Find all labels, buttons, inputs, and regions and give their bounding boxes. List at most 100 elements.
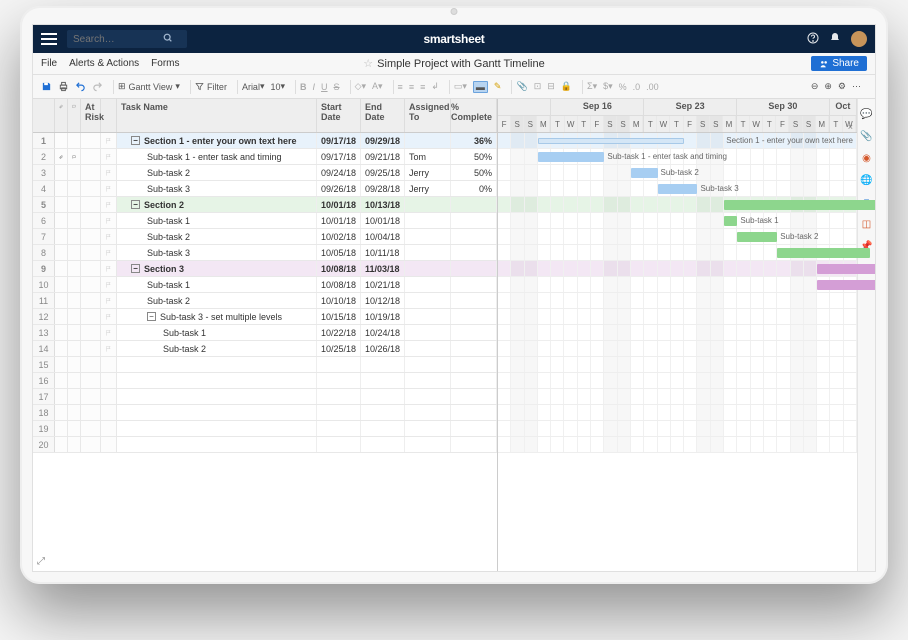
underline-icon[interactable]: U xyxy=(321,82,328,92)
attach-icon[interactable]: 📎 xyxy=(516,81,527,92)
gantt-row xyxy=(498,309,857,325)
grid-row[interactable]: 12−Sub-task 3 - set multiple levels10/15… xyxy=(33,309,497,325)
gear-icon[interactable]: ⚙ xyxy=(838,81,846,92)
gantt-row: Sub-task 1 xyxy=(498,213,857,229)
strike-icon[interactable]: S xyxy=(334,82,340,92)
filter-button[interactable]: Filter xyxy=(195,82,227,92)
bold-icon[interactable]: B xyxy=(300,82,307,92)
gantt-bar[interactable] xyxy=(724,200,876,210)
italic-icon[interactable]: I xyxy=(313,82,316,92)
align-left-icon[interactable]: ≡ xyxy=(398,82,403,92)
percent-icon[interactable]: % xyxy=(619,82,627,92)
format-select[interactable]: ▭▾ xyxy=(454,81,467,92)
zoom-out-icon[interactable]: ⊖ xyxy=(811,81,819,92)
close-icon[interactable]: × xyxy=(848,122,853,132)
search-field[interactable] xyxy=(73,34,163,45)
star-icon[interactable]: ☆ xyxy=(363,58,373,70)
gantt-bar[interactable] xyxy=(777,248,870,258)
grid-row[interactable]: 3Sub-task 209/24/1809/25/18Jerry50% xyxy=(33,165,497,181)
gantt-bar[interactable] xyxy=(724,216,737,226)
toolbar: ⊞ Gantt View ▾ Filter Arial ▾ 10 ▾ B I U… xyxy=(33,75,875,99)
grid-row[interactable]: 17 xyxy=(33,389,497,405)
grid-row[interactable]: 2Sub-task 1 - enter task and timing09/17… xyxy=(33,149,497,165)
col-name[interactable]: Task Name xyxy=(117,99,317,132)
share-button[interactable]: Share xyxy=(811,56,867,71)
gantt-row xyxy=(498,357,857,373)
grid-row[interactable]: 8Sub-task 310/05/1810/11/18 xyxy=(33,245,497,261)
menu-alerts[interactable]: Alerts & Actions xyxy=(69,58,139,69)
gantt-row xyxy=(498,341,857,357)
gantt-bar[interactable] xyxy=(737,232,777,242)
col-risk[interactable]: At Risk xyxy=(81,99,101,132)
menu-bar: File Alerts & Actions Forms ☆Simple Proj… xyxy=(33,53,875,75)
grid-rows: 1−Section 1 - enter your own text here09… xyxy=(33,133,497,453)
grid-row[interactable]: 13Sub-task 110/22/1810/24/18 xyxy=(33,325,497,341)
view-switcher[interactable]: ⊞ Gantt View ▾ xyxy=(118,81,180,92)
grid-row[interactable]: 1−Section 1 - enter your own text here09… xyxy=(33,133,497,149)
print-icon[interactable] xyxy=(58,81,69,92)
wrap-icon[interactable]: ↲ xyxy=(431,81,439,92)
grid-row[interactable]: 20 xyxy=(33,437,497,453)
gantt-bar[interactable] xyxy=(538,138,684,144)
grid-row[interactable]: 7Sub-task 210/02/1810/04/18 xyxy=(33,229,497,245)
col-pct[interactable]: % Complete xyxy=(451,99,497,132)
gantt-bar[interactable] xyxy=(538,152,604,162)
gantt-row: Sub-task 2 xyxy=(498,229,857,245)
rail-proof-icon[interactable]: ◉ xyxy=(861,152,873,164)
rail-attach-icon[interactable]: 📎 xyxy=(861,130,873,142)
sum-icon[interactable]: Σ▾ xyxy=(587,81,597,92)
decimal-dec-icon[interactable]: .00 xyxy=(646,82,659,92)
proof-icon[interactable]: ⊟ xyxy=(547,81,555,92)
paint-icon[interactable]: ✎ xyxy=(494,81,502,92)
fullscreen-icon[interactable]: ⤢ xyxy=(37,556,45,567)
zoom-in-icon[interactable]: ⊕ xyxy=(824,81,832,92)
bell-icon[interactable] xyxy=(829,32,841,47)
grid-row[interactable]: 19 xyxy=(33,421,497,437)
menu-file[interactable]: File xyxy=(41,58,57,69)
menu-forms[interactable]: Forms xyxy=(151,58,179,69)
gantt-row xyxy=(498,197,857,213)
col-end[interactable]: End Date xyxy=(361,99,405,132)
gantt-bar[interactable] xyxy=(817,280,876,290)
rail-globe-icon[interactable]: 🌐 xyxy=(861,174,873,186)
overflow-icon[interactable]: ⋯ xyxy=(852,81,861,92)
grid-row[interactable]: 10Sub-task 110/08/1810/21/18 xyxy=(33,277,497,293)
lock-icon[interactable]: 🔒 xyxy=(561,81,572,92)
grid-row[interactable]: 6Sub-task 110/01/1810/01/18 xyxy=(33,213,497,229)
gantt-bar[interactable] xyxy=(631,168,658,178)
sheet-title: ☆Simple Project with Gantt Timeline xyxy=(363,57,544,70)
save-icon[interactable] xyxy=(41,81,52,92)
grid-row[interactable]: 9−Section 310/08/1811/03/18 xyxy=(33,261,497,277)
font-select[interactable]: Arial ▾ xyxy=(242,81,265,92)
avatar[interactable] xyxy=(851,31,867,47)
undo-icon[interactable] xyxy=(75,81,86,92)
grid-row[interactable]: 16 xyxy=(33,373,497,389)
menu-icon[interactable] xyxy=(41,33,57,45)
gantt-bar-label: Sub-task 3 xyxy=(700,184,738,193)
grid-row[interactable]: 15 xyxy=(33,357,497,373)
fill-color-icon[interactable]: ◇▾ xyxy=(355,81,366,92)
col-assigned[interactable]: Assigned To xyxy=(405,99,451,132)
grid-row[interactable]: 5−Section 210/01/1810/13/18 xyxy=(33,197,497,213)
gantt-bar[interactable] xyxy=(817,264,876,274)
currency-icon[interactable]: $▾ xyxy=(603,81,613,92)
rail-link-icon[interactable]: ◫ xyxy=(861,218,873,230)
search-input[interactable] xyxy=(67,30,187,48)
help-icon[interactable] xyxy=(807,32,819,47)
comment-icon[interactable]: ⊡ xyxy=(534,81,542,92)
grid-row[interactable]: 4Sub-task 309/26/1809/28/18Jerry0% xyxy=(33,181,497,197)
highlight-button[interactable]: ▬ xyxy=(473,81,488,93)
grid-row[interactable]: 18 xyxy=(33,405,497,421)
grid-row[interactable]: 11Sub-task 210/10/1810/12/18 xyxy=(33,293,497,309)
align-top-icon[interactable]: ≡ xyxy=(420,82,425,92)
redo-icon[interactable] xyxy=(92,81,103,92)
gantt-rows: Section 1 - enter your own text hereSub-… xyxy=(498,133,857,453)
text-color-icon[interactable]: A▾ xyxy=(372,81,383,92)
gantt-bar[interactable] xyxy=(658,184,698,194)
rail-comment-icon[interactable]: 💬 xyxy=(861,108,873,120)
col-start[interactable]: Start Date xyxy=(317,99,361,132)
fontsize-select[interactable]: 10 ▾ xyxy=(270,81,285,92)
grid-row[interactable]: 14Sub-task 210/25/1810/26/18 xyxy=(33,341,497,357)
decimal-inc-icon[interactable]: .0 xyxy=(633,82,641,92)
align-center-icon[interactable]: ≡ xyxy=(409,82,414,92)
